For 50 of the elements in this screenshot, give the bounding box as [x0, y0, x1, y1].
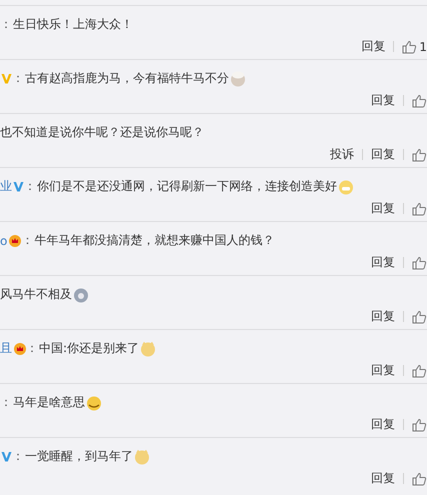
like-icon[interactable]: [412, 472, 427, 486]
colon: ：: [26, 340, 38, 357]
like-icon[interactable]: [412, 310, 427, 324]
reply-link[interactable]: 回复: [371, 146, 395, 163]
verified-icon: [13, 181, 24, 192]
reply-link[interactable]: 回复: [371, 200, 395, 217]
comment-text: 也不知道是说你牛呢？还是说你马呢？: [0, 124, 204, 141]
crown-icon: [9, 234, 22, 246]
colon: ：: [0, 16, 12, 33]
like-icon[interactable]: [412, 364, 427, 378]
user-name[interactable]: o: [0, 234, 8, 248]
like-count: 1: [419, 40, 427, 54]
colon: ：: [21, 232, 34, 249]
emoji-icon: [140, 340, 156, 356]
like-icon[interactable]: [412, 94, 427, 108]
colon: ：: [24, 178, 36, 195]
reply-link[interactable]: 回复: [371, 416, 395, 433]
crown-icon: [14, 342, 26, 354]
emoji-icon: [338, 178, 354, 194]
comment-text: 风马牛不相及: [0, 286, 72, 303]
reply-link[interactable]: 回复: [371, 92, 395, 109]
comment-text: 古有赵高指鹿为马，今有福特牛马不分: [25, 70, 229, 87]
verified-icon: [1, 451, 12, 462]
report-link[interactable]: 投诉: [330, 146, 354, 163]
colon: ：: [0, 394, 12, 411]
colon: ：: [12, 70, 24, 87]
like-icon[interactable]: [412, 202, 427, 216]
like-icon[interactable]: [412, 418, 427, 432]
like-icon[interactable]: [402, 40, 418, 54]
reply-link[interactable]: 回复: [371, 470, 395, 487]
emoji-icon: [73, 286, 89, 302]
like-icon[interactable]: [412, 256, 427, 270]
comment-text: 一觉睡醒，到马年了: [25, 448, 133, 465]
comment-text: 马年是啥意思: [13, 394, 85, 411]
reply-link[interactable]: 回复: [361, 38, 386, 55]
emoji-icon: [230, 70, 246, 86]
emoji-icon: [134, 448, 150, 464]
reply-link[interactable]: 回复: [371, 362, 395, 379]
reply-link[interactable]: 回复: [371, 308, 395, 325]
comment-text: 中国:你还是别来了: [39, 340, 140, 357]
comment-text: 你们是不是还没通网，记得刷新一下网络，连接创造美好: [37, 178, 337, 195]
comment-text: 生日快乐！上海大众！: [13, 16, 133, 33]
verified-icon: [1, 73, 12, 84]
comment-text: 牛年马年都没搞清楚，就想来赚中国人的钱？: [34, 232, 274, 249]
reply-link[interactable]: 回复: [371, 254, 395, 271]
emoji-icon: [86, 394, 102, 410]
user-name[interactable]: 业: [0, 178, 12, 195]
like-icon[interactable]: [412, 148, 427, 162]
user-name[interactable]: 且: [0, 340, 12, 357]
colon: ：: [12, 448, 24, 465]
